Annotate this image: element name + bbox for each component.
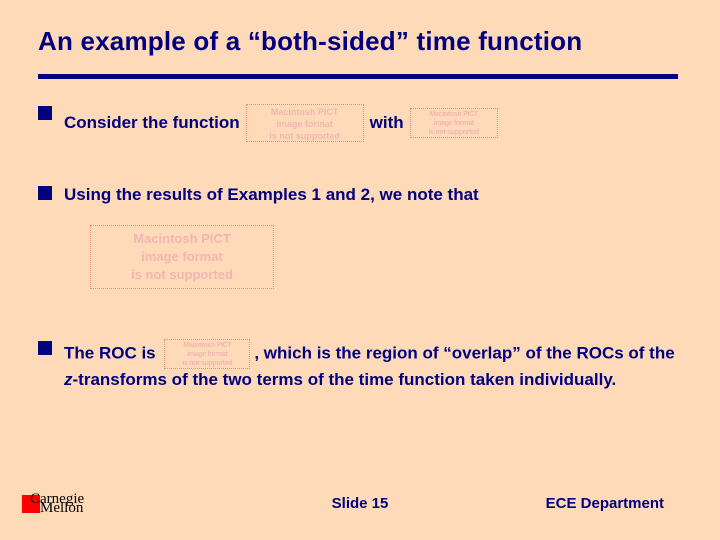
bullet-2-text: Using the results of Examples 1 and 2, w…: [64, 185, 479, 204]
logo-line2: Mellon: [40, 502, 84, 514]
pict-placeholder-icon: Macintosh PICT image format is not suppo…: [164, 339, 250, 369]
slide-title: An example of a “both-sided” time functi…: [38, 26, 682, 57]
bullet-1-text-pre: Consider the function: [64, 112, 240, 135]
bullet-1-text-mid: with: [370, 112, 404, 135]
bullet-marker-icon: [38, 341, 52, 355]
pict-placeholder-icon: Macintosh PICT image format is not suppo…: [246, 104, 364, 142]
bullet-3-text-pre: The ROC is: [64, 343, 160, 362]
bullet-marker-icon: [38, 186, 52, 200]
bullet-3-text-italic: z: [64, 370, 73, 389]
content-area: Consider the function Macintosh PICT ima…: [38, 104, 678, 392]
bullet-1: Consider the function Macintosh PICT ima…: [38, 104, 678, 142]
bullet-2: Using the results of Examples 1 and 2, w…: [38, 184, 678, 207]
title-underline: [38, 74, 678, 79]
footer: Carnegie Mellon Slide 15 ECE Department: [0, 480, 720, 520]
pict-placeholder-icon: Macintosh PICT image format is not suppo…: [90, 225, 274, 289]
pict-placeholder-icon: Macintosh PICT image format is not suppo…: [410, 108, 498, 138]
bullet-marker-icon: [38, 106, 52, 120]
bullet-3-text-post-b: -transforms of the two terms of the time…: [73, 370, 617, 389]
bullet-3: The ROC is Macintosh PICT image format i…: [38, 339, 678, 392]
department-label: ECE Department: [546, 495, 664, 512]
slide: An example of a “both-sided” time functi…: [0, 0, 720, 540]
bullet-3-text-post-a: , which is the region of “overlap” of th…: [254, 343, 674, 362]
